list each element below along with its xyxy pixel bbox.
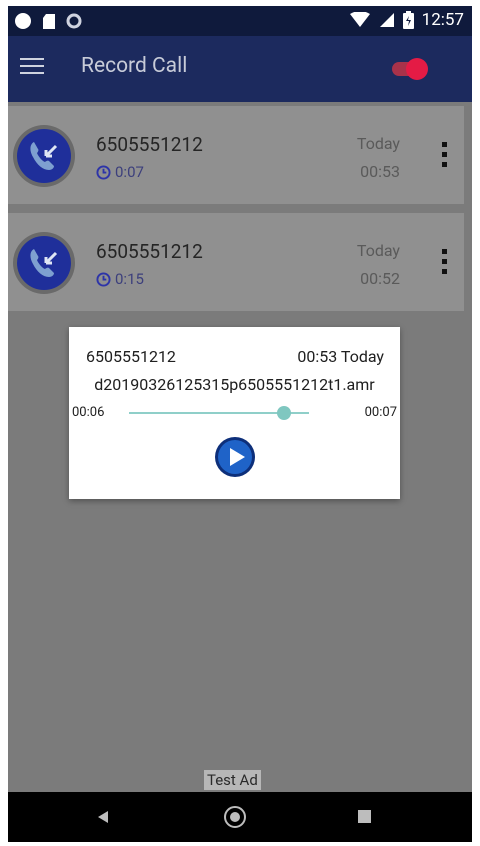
battery-icon [402,11,414,29]
playback-dialog: 6505551212 00:53 Today d20190326125315p6… [69,327,400,499]
total-duration: 00:07 [364,405,397,420]
recording-list-item[interactable]: 6505551212 0:15 Today 00:52 [8,213,464,311]
signal-icon [379,13,394,27]
recording-duration: 0:15 [96,270,144,288]
wifi-icon [349,12,370,27]
app-title: Record Call [81,54,188,78]
duration-text: 0:07 [115,163,144,181]
dialog-timestamp: 00:53 Today [297,347,384,366]
incoming-call-icon [13,232,75,294]
seek-bar-thumb[interactable] [276,406,291,420]
recording-time: 00:53 [360,162,400,181]
recording-duration: 0:07 [96,163,144,181]
recording-list-item[interactable]: 6505551212 0:07 Today 00:53 [8,106,464,204]
recording-day: Today [356,241,400,260]
sd-card-icon [43,13,55,29]
clock-icon [96,164,111,180]
recording-time: 00:52 [360,269,400,288]
incoming-call-icon [13,125,75,187]
more-options-icon[interactable] [442,142,448,168]
current-position: 00:06 [72,405,105,420]
phone-number: 6505551212 [96,133,203,156]
more-options-icon[interactable] [442,249,448,275]
test-ad-label[interactable]: Test Ad [204,770,261,790]
duration-text: 0:15 [115,270,144,288]
app-bar: Record Call [8,36,472,102]
phone-number: 6505551212 [96,240,203,263]
dialog-filename: d20190326125315p6505551212t1.amr [94,375,375,394]
home-icon[interactable] [224,806,246,828]
clock-icon [96,271,111,287]
system-nav-bar [8,792,472,842]
phone-screen: 12:57 Record Call 6505551212 0:07 Today … [8,6,472,842]
back-icon[interactable] [96,810,110,824]
sync-icon [66,13,82,29]
circle-indicator-icon [15,13,31,29]
play-button-icon[interactable] [214,436,256,478]
record-toggle-switch[interactable] [390,58,430,80]
recent-apps-icon[interactable] [358,810,371,823]
recording-day: Today [356,134,400,153]
status-time: 12:57 [421,10,464,30]
dialog-phone-number: 6505551212 [86,347,176,366]
hamburger-menu-icon[interactable] [20,58,44,78]
status-bar: 12:57 [8,6,472,36]
